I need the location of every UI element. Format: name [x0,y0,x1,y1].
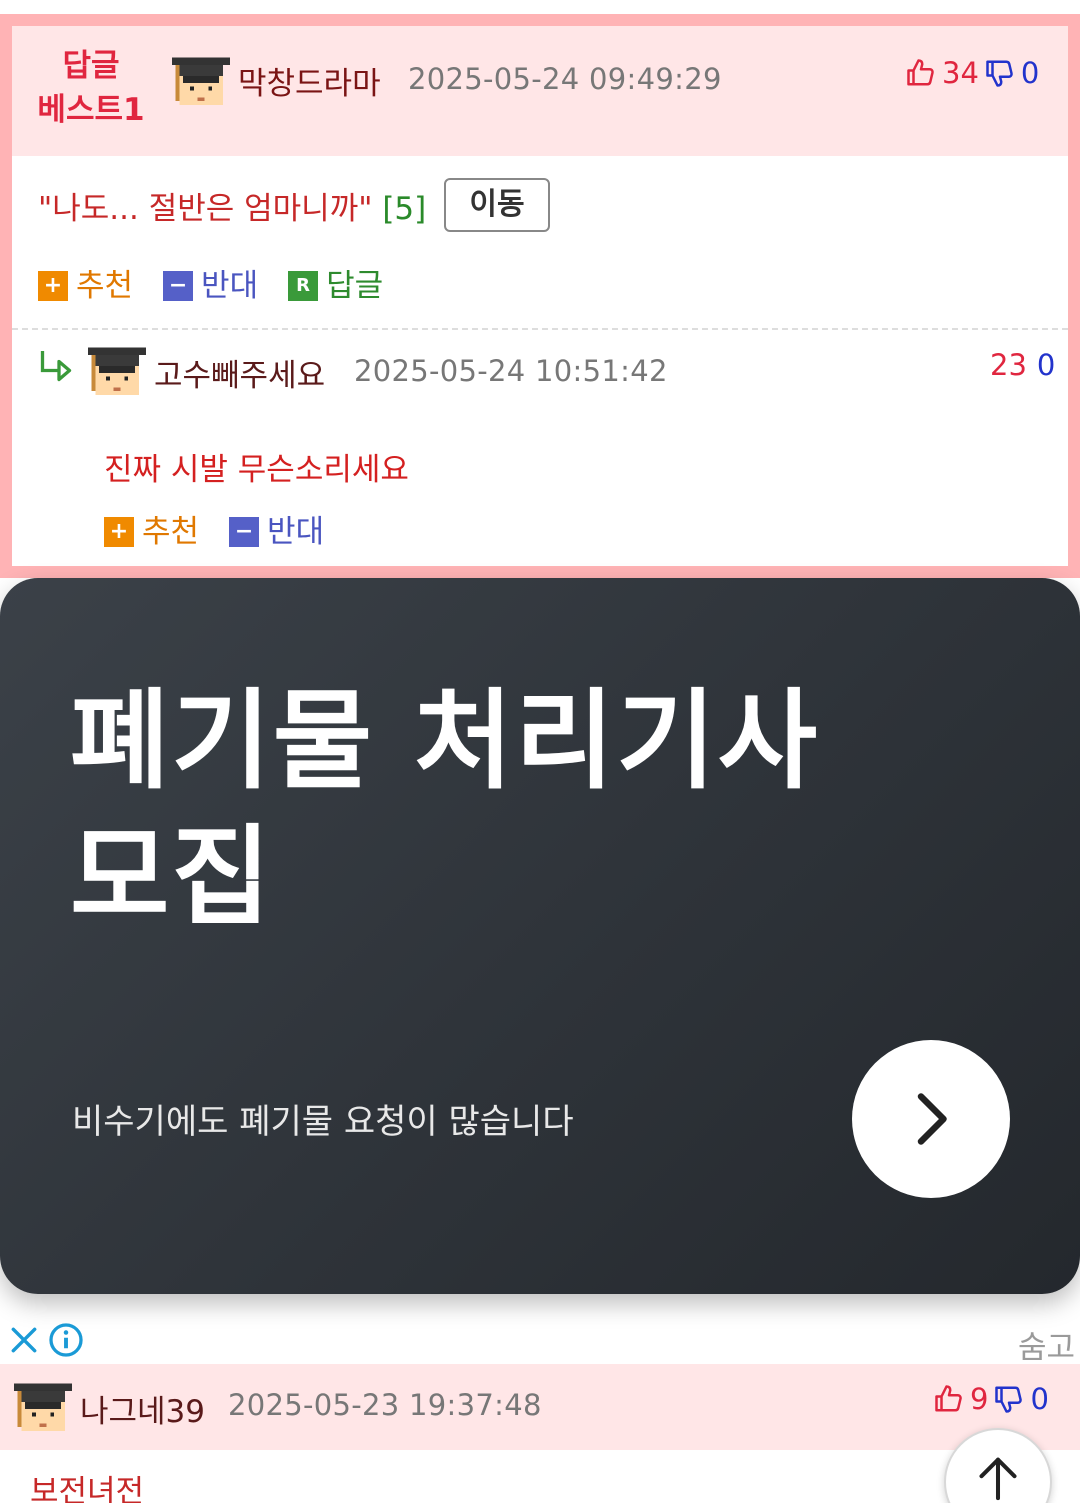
reply-icon: R [288,270,319,301]
ad-hide-label[interactable]: 숨고 [1018,1322,1075,1367]
comment-count: [5] [382,191,427,227]
post-date: 2025-05-24 09:49:29 [408,62,722,96]
reply-arrow-icon [40,351,72,382]
info-icon[interactable] [48,1322,84,1358]
reply-body: 진짜 시발 무슨소리세요 [104,452,409,488]
thumbs-down-icon [995,1386,1023,1413]
comment-body: 보전녀전 [30,1474,145,1503]
comment-vote-counts: 9 0 [934,1382,1049,1416]
best-badge-line1: 답글 [62,48,120,84]
recommend-button[interactable]: + 추천 [104,506,199,551]
down-count: 0 [1020,56,1040,90]
close-icon[interactable] [8,1324,40,1356]
reply-label: 답글 [326,268,384,304]
comment-date: 2025-05-23 19:37:48 [228,1388,542,1422]
oppose-button[interactable]: − 반대 [229,506,324,551]
thumbs-down-icon [986,60,1013,87]
comment-author-name[interactable]: 나그네39 [80,1386,205,1431]
best-reply-header: 답글 베스트1 막창드라마 2025-05-24 09:49:29 34 0 [12,26,1068,156]
reply-up-count: 23 [990,348,1027,382]
ad-subtext: 비수기에도 폐기물 요청이 많습니다 [72,1102,574,1142]
reply-down-count: 0 [1036,348,1056,382]
comment-header: 나그네39 2025-05-23 19:37:48 9 0 [0,1364,1080,1450]
reply-author-name[interactable]: 고수빼주세요 [154,350,325,395]
recommend-label: 추천 [76,268,134,304]
oppose-label: 반대 [201,268,259,304]
vote-counts: 34 0 [906,56,1039,90]
author-name[interactable]: 막창드라마 [238,58,381,103]
plus-icon: + [38,270,68,301]
ad-go-button[interactable] [852,1040,1010,1198]
best-badge-line2: 베스트1 [37,92,145,128]
ad-controls: 숨고 [0,1320,1080,1367]
avatar[interactable] [88,344,146,402]
up-count: 34 [942,56,979,90]
avatar[interactable] [172,54,230,112]
thumbs-up-icon [935,1385,962,1412]
reply-date: 2025-05-24 10:51:42 [354,354,668,388]
reply-divider [12,328,1068,330]
reply-actions: + 추천 − 반대 [104,506,324,551]
best-reply-title[interactable]: "나도... 절반은 엄마니까" [5] [38,183,426,228]
chevron-right-icon [917,1093,947,1145]
minus-icon: − [163,270,194,301]
oppose-button[interactable]: − 반대 [163,260,258,305]
reply-button[interactable]: R 답글 [288,260,383,305]
ad-headline-line2: 모집 [70,815,273,940]
best-reply-actions: + 추천 − 반대 R 답글 [38,260,383,305]
oppose-label: 반대 [267,514,325,550]
move-button[interactable]: 이동 [444,178,550,232]
best-reply-card: 답글 베스트1 막창드라마 2025-05-24 09:49:29 34 0 "… [0,14,1080,578]
best-reply-title-text: "나도... 절반은 엄마니까" [38,191,373,227]
reply-vote-counts: 23 0 [990,348,1055,382]
best-reply-badge: 답글 베스트1 [26,44,156,132]
ad-headline: 폐기물 처리기사 모집 [70,674,870,946]
comment-down-count: 0 [1030,1382,1049,1416]
arrow-up-icon [979,1457,1017,1501]
recommend-button[interactable]: + 추천 [38,260,133,305]
ad-headline-line1: 폐기물 처리기사 [70,679,820,804]
plus-icon: + [104,516,134,547]
comment-up-count: 9 [970,1382,989,1416]
minus-icon: − [229,516,260,547]
thumbs-up-icon [907,59,934,86]
avatar[interactable] [14,1380,72,1438]
recommend-label: 추천 [142,514,200,550]
ad-banner[interactable]: 폐기물 처리기사 모집 비수기에도 폐기물 요청이 많습니다 [0,578,1080,1294]
